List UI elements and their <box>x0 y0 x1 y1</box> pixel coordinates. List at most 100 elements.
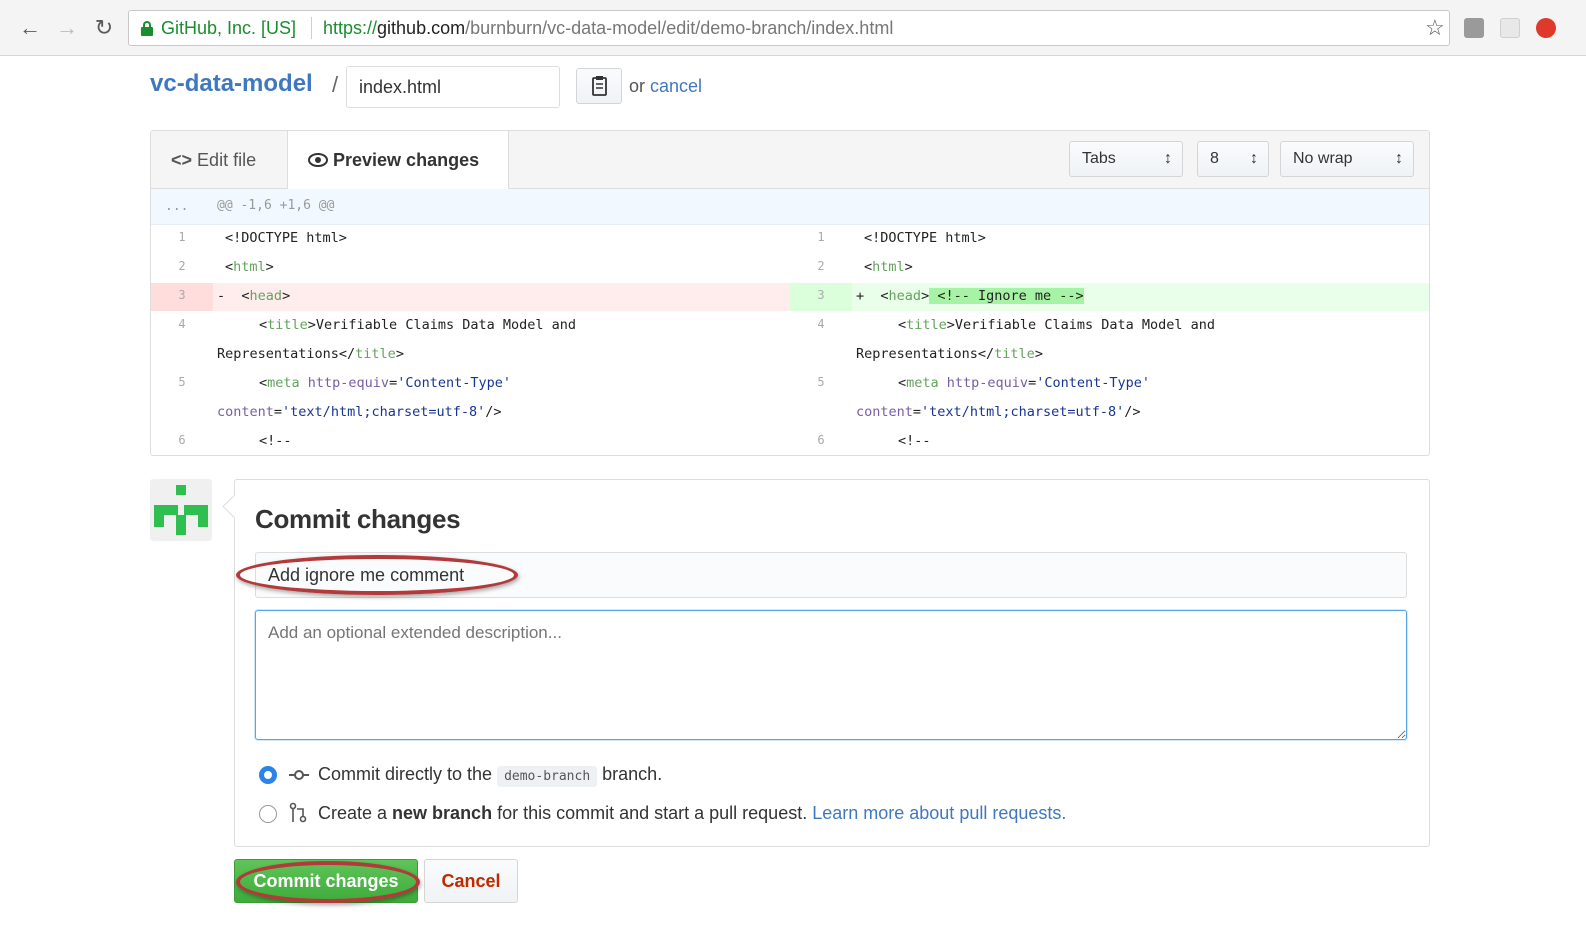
code-text: <title>Verifiable Claims Data Model and <box>259 317 576 333</box>
line-number[interactable]: 4 <box>151 312 213 340</box>
tab-edit-file[interactable]: <> Edit file <box>171 131 256 189</box>
extension-icon[interactable] <box>1500 18 1520 38</box>
indent-size-select[interactable]: 8 ↕ <box>1197 141 1269 177</box>
avatar[interactable] <box>150 479 212 541</box>
new-branch-radio[interactable] <box>259 805 277 823</box>
code-text: content='text/html;charset=utf-8'/> <box>856 404 1141 420</box>
cancel-link[interactable]: cancel <box>650 76 702 96</box>
select-arrows-icon: ↕ <box>1395 150 1403 167</box>
commit-direct-radio[interactable] <box>259 766 277 784</box>
diff-line: 2 <html> <box>151 254 790 282</box>
diff-line-wrap: Representations</title> <box>151 341 790 369</box>
code-text: + <head> <!-- Ignore me --> <box>856 288 1084 304</box>
opera-icon[interactable] <box>1536 18 1556 38</box>
diff-hunk-header: ... @@ -1,6 +1,6 @@ <box>151 189 1429 225</box>
star-icon[interactable]: ☆ <box>1425 15 1445 41</box>
indent-mode-value: Tabs <box>1082 150 1116 167</box>
indent-mode-select[interactable]: Tabs ↕ <box>1069 141 1183 177</box>
url-text[interactable]: https://github.com/burnburn/vc-data-mode… <box>323 18 893 39</box>
diff-line-added: 3 + <head> <!-- Ignore me --> <box>790 283 1429 311</box>
line-number[interactable]: 2 <box>151 254 213 282</box>
line-number[interactable]: 1 <box>151 225 213 253</box>
ev-certificate-label: GitHub, Inc. [US] <box>161 18 297 38</box>
reload-icon[interactable]: ↻ <box>92 16 116 40</box>
address-bar[interactable]: GitHub, Inc. [US] https://github.com/bur… <box>128 10 1450 46</box>
line-number[interactable]: 3 <box>790 283 852 311</box>
wrap-mode-select[interactable]: No wrap ↕ <box>1280 141 1414 177</box>
or-text: or <box>629 76 651 96</box>
path-separator: / <box>332 72 339 97</box>
diff-line: 4 <title>Verifiable Claims Data Model an… <box>151 312 790 340</box>
diff-line: 1 <!DOCTYPE html> <box>151 225 790 253</box>
code-text: <!-- <box>259 433 292 449</box>
code-text: content='text/html;charset=utf-8'/> <box>217 404 502 420</box>
code-text: <html> <box>864 259 913 275</box>
diff-line: 2 <html> <box>790 254 1429 282</box>
wrap-mode-value: No wrap <box>1293 150 1353 167</box>
code-text: <!DOCTYPE html> <box>864 230 986 246</box>
commit-description-textarea[interactable] <box>255 610 1407 740</box>
diff-line-wrap: content='text/html;charset=utf-8'/> <box>151 399 790 427</box>
new-branch-label[interactable]: Create a new branch for this commit and … <box>318 803 1066 824</box>
code-text: <!-- <box>898 433 931 449</box>
forward-arrow-icon[interactable]: → <box>55 16 79 40</box>
eye-icon <box>308 153 328 167</box>
diff-line: 5 <meta http-equiv='Content-Type' <box>790 370 1429 398</box>
line-number[interactable]: 6 <box>151 428 213 455</box>
diff-line: 6 <!-- <box>790 428 1429 455</box>
hunk-range: @@ -1,6 +1,6 @@ <box>217 198 335 213</box>
git-pull-request-icon <box>289 802 307 823</box>
address-divider <box>311 17 312 39</box>
code-text: <meta http-equiv='Content-Type' <box>259 375 511 391</box>
line-number[interactable]: 5 <box>790 370 852 398</box>
commit-direct-label[interactable]: Commit directly to the demo-branch branc… <box>318 764 662 787</box>
line-number[interactable]: 2 <box>790 254 852 282</box>
select-arrows-icon: ↕ <box>1250 150 1258 167</box>
code-text: <title>Verifiable Claims Data Model and <box>898 317 1215 333</box>
clipboard-button[interactable] <box>576 68 622 104</box>
code-text: Representations</title> <box>856 346 1043 362</box>
url-scheme: https:// <box>323 18 378 38</box>
indent-size-value: 8 <box>1210 150 1219 167</box>
branch-name-code: demo-branch <box>497 766 598 787</box>
line-number[interactable]: 6 <box>790 428 852 455</box>
hunk-expand-dots[interactable]: ... <box>165 199 188 214</box>
browser-toolbar: ← → ↻ GitHub, Inc. [US] https://github.c… <box>0 0 1586 56</box>
code-text: <meta http-equiv='Content-Type' <box>898 375 1150 391</box>
diff-line-wrap: content='text/html;charset=utf-8'/> <box>790 399 1429 427</box>
diff-line: 5 <meta http-equiv='Content-Type' <box>151 370 790 398</box>
clipboard-icon <box>592 76 607 96</box>
code-icon: <> <box>171 150 193 170</box>
line-number[interactable]: 4 <box>790 312 852 340</box>
tab-edit-label: Edit file <box>197 150 257 170</box>
diff-line: 4 <title>Verifiable Claims Data Model an… <box>790 312 1429 340</box>
diff-right-pane: 1 <!DOCTYPE html> 2 <html> 3 + <head> <!… <box>790 225 1429 455</box>
file-editor: <> Edit file Preview changes Tabs ↕ 8 ↕ … <box>150 130 1430 456</box>
commit-form: Commit changes Commit directly to the de… <box>234 479 1430 847</box>
cancel-button[interactable]: Cancel <box>424 859 518 903</box>
filename-input[interactable] <box>346 66 560 108</box>
git-commit-icon <box>289 769 309 781</box>
added-text-highlight: <!-- Ignore me --> <box>929 288 1084 304</box>
code-text: Representations</title> <box>217 346 404 362</box>
learn-more-pull-requests-link[interactable]: Learn more about pull requests. <box>812 803 1066 823</box>
back-arrow-icon[interactable]: ← <box>18 16 42 40</box>
line-number[interactable]: 3 <box>151 283 213 311</box>
url-host: github.com <box>377 18 466 38</box>
lock-icon <box>141 21 153 36</box>
diff-line-deleted: 3 - <head> <box>151 283 790 311</box>
select-arrows-icon: ↕ <box>1164 150 1172 167</box>
code-text: - <head> <box>217 288 291 304</box>
extension-icon[interactable] <box>1464 18 1484 38</box>
line-number[interactable]: 5 <box>151 370 213 398</box>
repo-name-link[interactable]: vc-data-model <box>150 70 313 98</box>
line-number[interactable]: 1 <box>790 225 852 253</box>
diff-line-wrap: Representations</title> <box>790 341 1429 369</box>
commit-changes-button[interactable]: Commit changes <box>234 859 418 903</box>
or-cancel: or cancel <box>629 76 702 97</box>
diff-left-pane: 1 <!DOCTYPE html> 2 <html> 3 - <head> 4 … <box>151 225 790 455</box>
commit-summary-input[interactable] <box>255 552 1407 598</box>
code-text: <html> <box>225 259 274 275</box>
url-path: /burnburn/vc-data-model/edit/demo-branch… <box>465 18 894 38</box>
tab-preview-changes[interactable]: Preview changes <box>287 131 509 190</box>
